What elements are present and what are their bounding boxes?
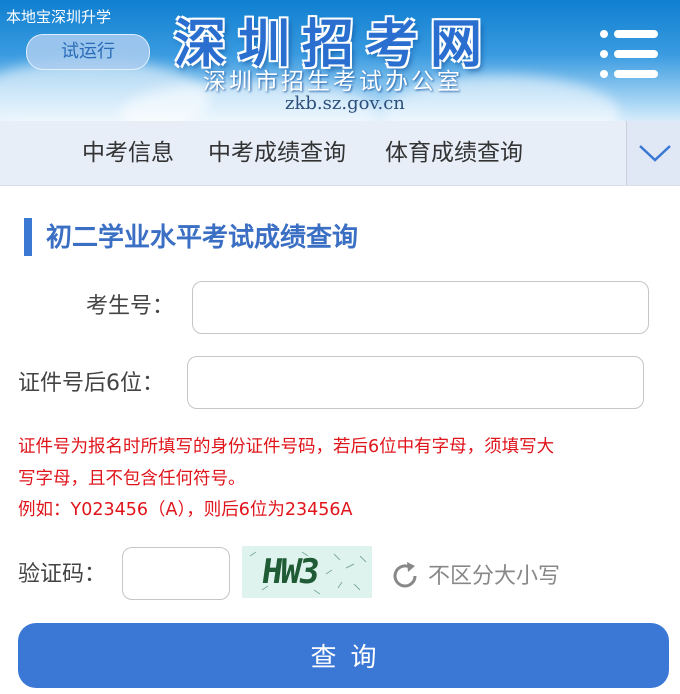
trial-badge: 试运行 [26, 34, 150, 70]
exam-no-input[interactable] [192, 281, 649, 334]
id-note-example: 例如：Y023456（A），则后6位为23456A [18, 500, 353, 520]
captcha-label: 验证码： [18, 562, 107, 587]
top-nav: 中考信息 中考成绩查询 体育成绩查询 [0, 121, 680, 186]
site-subtitle: 深圳市招生考试办公室 [203, 69, 463, 95]
menu-icon[interactable] [600, 30, 658, 80]
chevron-down-icon [639, 145, 671, 162]
query-button[interactable]: 查询 [18, 623, 669, 688]
captcha-image[interactable]: HW3 [242, 546, 372, 598]
section-accent-bar [24, 218, 32, 256]
captcha-input[interactable] [122, 547, 230, 600]
site-header: 本地宝深圳升学 试运行 深圳招考网 深圳市招生考试办公室 zkb.sz.gov.… [0, 0, 680, 121]
nav-expand-button[interactable] [626, 121, 680, 185]
page-title: 初二学业水平考试成绩查询 [46, 223, 359, 253]
nav-item-pe-score[interactable]: 体育成绩查询 [385, 121, 523, 185]
nav-item-exam-score[interactable]: 中考成绩查询 [208, 121, 346, 185]
exam-no-label: 考生号： [86, 294, 175, 319]
id-note-line: 证件号为报名时所填写的身份证件号码，若后6位中有字母，须填写大 [18, 437, 555, 457]
site-domain: zkb.sz.gov.cn [285, 93, 405, 114]
case-insensitive-note: 不区分大小写 [428, 564, 561, 589]
id-note-line: 写字母，且不包含任何符号。 [18, 469, 246, 489]
captcha-text: HW3 [259, 552, 321, 592]
id-last6-label: 证件号后6位： [18, 371, 164, 396]
id-last6-input[interactable] [187, 356, 644, 409]
refresh-icon[interactable] [390, 561, 420, 591]
site-caption: 本地宝深圳升学 [6, 8, 112, 26]
nav-item-exam-info[interactable]: 中考信息 [82, 121, 174, 185]
